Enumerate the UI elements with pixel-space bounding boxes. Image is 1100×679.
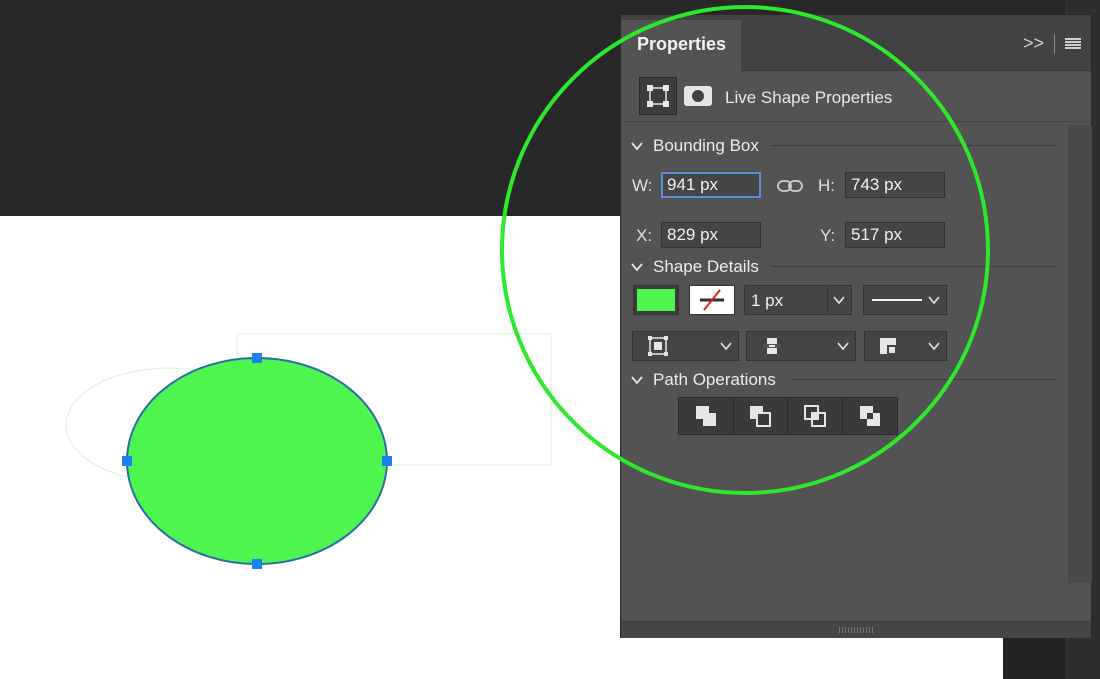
tab-bar-separator bbox=[1054, 33, 1055, 54]
selection-handle-right[interactable] bbox=[382, 456, 392, 466]
stroke-width-value: 1 px bbox=[751, 291, 784, 310]
subtract-front-shape-icon bbox=[750, 406, 772, 427]
exclude-overlapping-shapes-button[interactable] bbox=[842, 398, 897, 434]
fill-color-swatch[interactable] bbox=[633, 285, 679, 315]
selection-handle-left[interactable] bbox=[122, 456, 132, 466]
x-position-field[interactable]: 829 px bbox=[661, 222, 761, 248]
path-operations-heading: Path Operations bbox=[653, 370, 776, 389]
bounding-box-section-toggle[interactable]: Bounding Box bbox=[631, 136, 759, 156]
x-label: X: bbox=[636, 226, 653, 245]
chevron-down-icon bbox=[631, 376, 643, 385]
panel-scrollbar[interactable] bbox=[1068, 125, 1092, 583]
section-divider bbox=[791, 379, 1057, 380]
y-position-field[interactable]: 517 px bbox=[845, 222, 945, 248]
selection-handle-top[interactable] bbox=[252, 353, 262, 363]
exclude-overlapping-shapes-icon bbox=[859, 406, 880, 426]
stroke-color-swatch[interactable] bbox=[689, 285, 735, 315]
combine-shapes-button[interactable] bbox=[679, 398, 734, 434]
panel-menu-icon[interactable] bbox=[1065, 37, 1081, 50]
properties-subheader: Live Shape Properties bbox=[621, 72, 1091, 122]
live-shape-properties-button[interactable] bbox=[639, 77, 677, 115]
chevron-down-icon bbox=[720, 342, 732, 351]
line-corner-icon bbox=[880, 338, 896, 354]
transform-icon bbox=[647, 85, 669, 107]
align-stroke-inside-icon bbox=[648, 336, 668, 356]
stroke-width-dropdown[interactable]: 1 px bbox=[744, 285, 852, 315]
path-operations-group bbox=[678, 397, 898, 435]
mask-icon[interactable] bbox=[683, 82, 713, 110]
height-field[interactable]: 743 px bbox=[845, 172, 945, 198]
width-label: W: bbox=[632, 176, 653, 195]
bounding-box-heading: Bounding Box bbox=[653, 136, 759, 155]
dropdown-divider bbox=[827, 286, 828, 314]
tab-properties[interactable]: Properties bbox=[621, 20, 741, 72]
link-dimensions-icon[interactable] bbox=[777, 179, 803, 193]
y-label: Y: bbox=[820, 226, 836, 245]
shape-details-heading: Shape Details bbox=[653, 257, 759, 276]
panel-tab-bar: Properties >> bbox=[621, 15, 1091, 72]
shape-details-section-toggle[interactable]: Shape Details bbox=[631, 257, 759, 277]
resize-grip-icon[interactable] bbox=[839, 627, 875, 633]
align-stroke-dropdown[interactable] bbox=[632, 331, 739, 361]
green-ellipse-shape[interactable] bbox=[126, 357, 388, 565]
height-label: H: bbox=[818, 176, 835, 195]
stroke-type-dropdown[interactable] bbox=[863, 285, 947, 315]
chevron-down-icon bbox=[833, 296, 845, 305]
line-caps-dropdown[interactable] bbox=[746, 331, 856, 361]
collapse-panel-icon[interactable]: >> bbox=[1023, 33, 1044, 54]
solid-line-icon bbox=[872, 299, 922, 301]
panel-controls: >> bbox=[1023, 33, 1081, 54]
chevron-down-icon bbox=[631, 142, 643, 151]
canvas-shape-layer[interactable] bbox=[0, 216, 620, 679]
combine-shapes-icon bbox=[695, 406, 716, 426]
chevron-down-icon bbox=[837, 342, 849, 351]
width-field[interactable]: 941 px bbox=[661, 172, 761, 198]
intersect-shape-areas-button[interactable] bbox=[788, 398, 843, 434]
line-corners-dropdown[interactable] bbox=[864, 331, 947, 361]
chevron-down-icon bbox=[631, 263, 643, 272]
intersect-shape-areas-icon bbox=[803, 405, 826, 427]
live-shape-properties-label: Live Shape Properties bbox=[725, 88, 893, 107]
fill-color-chip bbox=[637, 289, 675, 311]
section-divider bbox=[771, 145, 1057, 146]
section-divider bbox=[771, 266, 1057, 267]
chevron-down-icon bbox=[928, 296, 940, 305]
selection-handle-bottom[interactable] bbox=[252, 559, 262, 569]
line-cap-icon bbox=[763, 338, 781, 354]
subtract-front-shape-button[interactable] bbox=[733, 398, 788, 434]
panel-resize-bar[interactable] bbox=[621, 621, 1091, 638]
chevron-down-icon bbox=[928, 342, 940, 351]
path-operations-section-toggle[interactable]: Path Operations bbox=[631, 370, 776, 390]
properties-panel: Properties >> Live Shape Properties Boun… bbox=[620, 14, 1092, 638]
no-stroke-icon bbox=[700, 289, 724, 311]
